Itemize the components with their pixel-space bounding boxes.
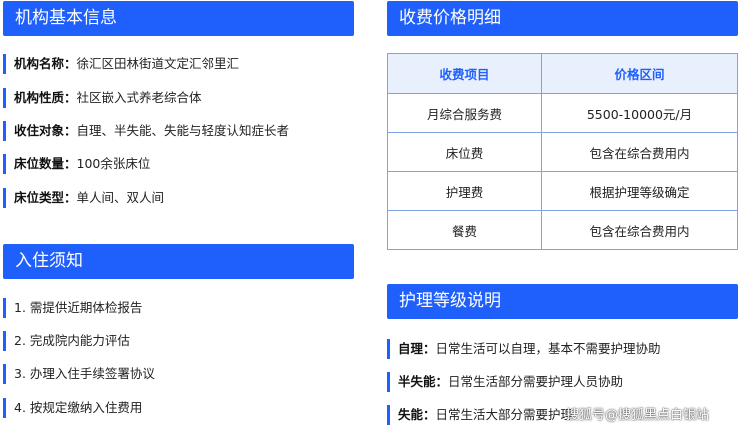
org-info-title: 机构基本信息 [15, 8, 117, 28]
care-row-self: 自理：日常生活可以自理，基本不需要护理协助 [387, 339, 661, 359]
admission-title: 入住须知 [15, 251, 83, 271]
info-label: 床位类型： [14, 190, 77, 205]
notice-item: 2. 完成院内能力评估 [3, 331, 130, 351]
notice-item: 3. 办理入住手续签署协议 [3, 364, 155, 384]
info-label: 床位数量： [14, 156, 77, 171]
info-row-name: 机构名称：徐汇区田林街道文定汇邻里汇 [3, 54, 239, 74]
info-label: 机构名称： [14, 56, 77, 71]
table-row: 餐费 包含在综合费用内 [387, 210, 738, 250]
fee-price-cell: 包含在综合费用内 [541, 210, 738, 250]
table-row: 月综合服务费 5500-10000元/月 [387, 93, 738, 133]
fee-col-price: 价格区间 [541, 53, 738, 94]
notice-text: 2. 完成院内能力评估 [14, 333, 130, 348]
notice-text: 1. 需提供近期体检报告 [14, 300, 143, 315]
fee-price-cell: 5500-10000元/月 [541, 93, 738, 133]
care-value: 日常生活大部分需要护理 [435, 407, 574, 422]
care-value: 日常生活部分需要护理人员协助 [448, 374, 624, 389]
care-label: 失能： [398, 407, 436, 422]
fee-price-cell: 包含在综合费用内 [541, 132, 738, 172]
notice-text: 3. 办理入住手续签署协议 [14, 366, 155, 381]
info-value: 单人间、双人间 [76, 190, 165, 205]
fee-item-cell: 床位费 [387, 132, 542, 172]
info-row-target: 收住对象：自理、半失能、失能与轻度认知症长者 [3, 121, 289, 141]
org-info-header: 机构基本信息 [3, 1, 354, 36]
care-row-disabled: 失能：日常生活大部分需要护理 [387, 405, 573, 425]
fee-item-cell: 餐费 [387, 210, 542, 250]
fee-table: 收费项目 价格区间 月综合服务费 5500-10000元/月 床位费 包含在综合… [387, 53, 738, 250]
care-levels-title: 护理等级说明 [399, 291, 501, 311]
fee-table-header-row: 收费项目 价格区间 [387, 53, 738, 94]
fee-price-cell: 根据护理等级确定 [541, 171, 738, 211]
care-row-semi: 半失能：日常生活部分需要护理人员协助 [387, 372, 623, 392]
fees-header: 收费价格明细 [387, 1, 738, 36]
care-levels-header: 护理等级说明 [387, 284, 738, 319]
fee-item-cell: 月综合服务费 [387, 93, 542, 133]
fee-item-cell: 护理费 [387, 171, 542, 211]
fees-title: 收费价格明细 [399, 8, 501, 28]
info-label: 机构性质： [14, 90, 77, 105]
table-row: 床位费 包含在综合费用内 [387, 132, 738, 172]
fee-col-item: 收费项目 [387, 53, 542, 94]
care-value: 日常生活可以自理，基本不需要护理协助 [435, 341, 661, 356]
care-label: 自理： [398, 341, 436, 356]
info-value: 社区嵌入式养老综合体 [76, 90, 202, 105]
info-value: 100余张床位 [76, 156, 151, 171]
info-row-beds: 床位数量：100余张床位 [3, 154, 150, 174]
info-value: 自理、半失能、失能与轻度认知症长者 [76, 123, 290, 138]
info-row-room-type: 床位类型：单人间、双人间 [3, 188, 164, 208]
notice-item: 1. 需提供近期体检报告 [3, 298, 142, 318]
notice-item: 4. 按规定缴纳入住费用 [3, 398, 142, 418]
notice-text: 4. 按规定缴纳入住费用 [14, 400, 143, 415]
info-row-nature: 机构性质：社区嵌入式养老综合体 [3, 88, 202, 108]
info-label: 收住对象： [14, 123, 77, 138]
table-row: 护理费 根据护理等级确定 [387, 171, 738, 211]
care-label: 半失能： [398, 374, 449, 389]
info-value: 徐汇区田林街道文定汇邻里汇 [76, 56, 240, 71]
watermark: 搜狐号@搜狐黑点白银站 [566, 408, 710, 423]
admission-header: 入住须知 [3, 244, 354, 279]
